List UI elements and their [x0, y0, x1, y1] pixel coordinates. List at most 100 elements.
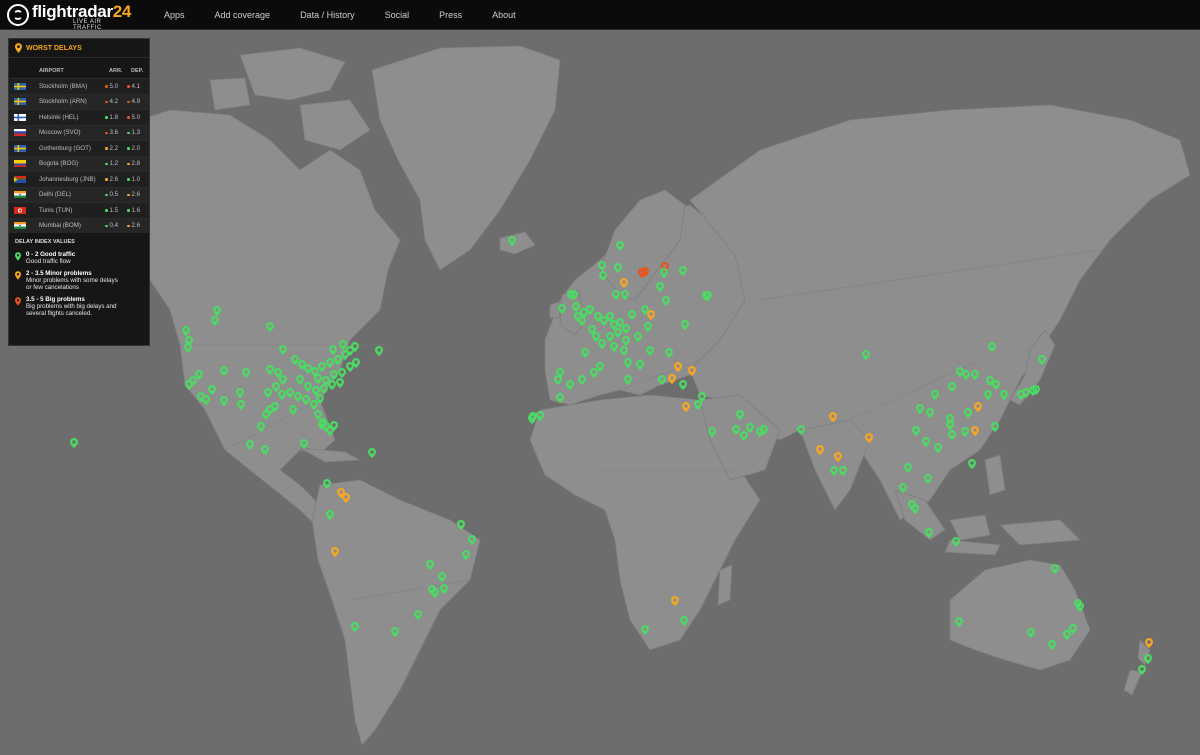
arrival-status-dot [105, 193, 108, 196]
legend-range: 3.5 - 5 Big problems [26, 296, 85, 303]
departure-delay: 2.6 [127, 222, 149, 229]
airport-name: Tunis (TUN) [39, 206, 73, 214]
legend-description: Good traffic flow [26, 258, 71, 265]
nav-add-coverage[interactable]: Add coverage [215, 10, 271, 20]
arrival-delay: 0.5 [105, 191, 127, 198]
airport-name: Delhi (DEL) [39, 191, 71, 199]
flag-se-icon [14, 144, 26, 152]
map-pin-icon [15, 43, 22, 53]
top-navigation-bar: flightradar24 LIVE AIR TRAFFIC Apps Add … [0, 0, 1200, 31]
nav-press[interactable]: Press [439, 10, 462, 20]
table-row[interactable]: Gothenburg (GOT) 2.2 2.0 [9, 140, 149, 156]
flightradar24-logo[interactable]: flightradar24 LIVE AIR TRAFFIC [7, 2, 131, 31]
departure-value: 4.9 [131, 98, 141, 106]
departure-value: 2.0 [131, 144, 141, 152]
table-row[interactable]: Helsinki (HEL) 1.8 5.0 [9, 109, 149, 125]
arrival-value: 1.8 [109, 113, 119, 121]
legend-description: Minor problems with some delays [26, 277, 118, 284]
radar-logo-icon [7, 3, 29, 26]
arrival-value: 2.6 [109, 175, 119, 183]
delay-index-legend: DELAY INDEX VALUES 0 - 2 Good traffic Goo… [9, 233, 149, 317]
arrival-status-dot [105, 85, 108, 88]
arrival-delay: 2.2 [105, 145, 127, 152]
legend-description: Big problems with big delays and [26, 303, 117, 310]
departure-status-dot [127, 178, 130, 181]
worst-delays-header[interactable]: WORST DELAYS [9, 39, 149, 58]
airport-name: Stockholm (BMA) [39, 82, 88, 90]
flag-ru-icon [14, 129, 26, 137]
main-menu: Apps Add coverage Data / History Social … [156, 0, 538, 29]
arrival-value: 5.0 [109, 82, 119, 90]
nav-data-history[interactable]: Data / History [300, 10, 355, 20]
nav-about[interactable]: About [492, 10, 516, 20]
table-row[interactable]: Stockholm (ARN) 4.2 4.9 [9, 93, 149, 109]
arrival-delay: 4.2 [105, 98, 127, 105]
airport-name: Mumbai (BOM) [39, 222, 81, 230]
arrival-value: 0.4 [109, 222, 119, 230]
airport-name: Helsinki (HEL) [39, 113, 79, 121]
arrival-delay: 0.4 [105, 222, 127, 229]
table-row[interactable]: Moscow (SVO) 3.6 1.3 [9, 124, 149, 140]
airport-name: Gothenburg (GOT) [39, 144, 91, 152]
world-map[interactable] [0, 30, 1200, 755]
legend-item-minor: 2 - 3.5 Minor problems Minor problems wit… [15, 270, 143, 291]
departure-delay: 2.8 [127, 160, 149, 167]
column-airport: AIRPORT [39, 68, 64, 74]
departure-delay: 1.6 [127, 207, 149, 214]
arrival-delay: 5.0 [105, 83, 127, 90]
flag-se-icon [14, 98, 26, 106]
flag-co-icon [14, 160, 26, 168]
departure-status-dot [127, 193, 130, 196]
departure-value: 1.3 [131, 129, 141, 137]
arrival-value: 1.2 [109, 160, 119, 168]
flag-se-icon [14, 82, 26, 90]
departure-value: 2.8 [131, 160, 141, 168]
panel-title: WORST DELAYS [26, 44, 82, 52]
legend-description: several flights canceled. [26, 310, 93, 317]
departure-delay: 2.6 [127, 191, 149, 198]
departure-status-dot [127, 85, 130, 88]
departure-value: 4.1 [131, 82, 141, 90]
departure-delay: 4.1 [127, 83, 149, 90]
legend-item-good: 0 - 2 Good traffic Good traffic flow [15, 251, 143, 265]
departure-status-dot [127, 147, 130, 150]
departure-value: 2.6 [131, 191, 141, 199]
arrival-status-dot [105, 100, 108, 103]
arrival-delay: 1.2 [105, 160, 127, 167]
arrival-status-dot [105, 224, 108, 227]
departure-delay: 1.0 [127, 176, 149, 183]
table-row[interactable]: Delhi (DEL) 0.5 2.6 [9, 186, 149, 202]
departure-delay: 2.0 [127, 145, 149, 152]
arrival-value: 2.2 [109, 144, 119, 152]
arrival-value: 3.6 [109, 129, 119, 137]
flag-tn-icon [14, 206, 26, 214]
departure-value: 2.6 [131, 222, 141, 230]
column-departures: DEP. [131, 68, 144, 74]
arrival-status-dot [105, 178, 108, 181]
flag-fi-icon [14, 113, 26, 121]
nav-social[interactable]: Social [385, 10, 410, 20]
arrival-status-dot [105, 209, 108, 212]
flag-za-icon [14, 175, 26, 183]
table-row[interactable]: Tunis (TUN) 1.5 1.6 [9, 202, 149, 218]
departure-status-dot [127, 116, 130, 119]
madagascar [717, 564, 733, 606]
map-pin-icon [15, 271, 21, 280]
departure-status-dot [127, 100, 130, 103]
arrival-delay: 2.6 [105, 176, 127, 183]
departure-delay: 5.0 [127, 114, 149, 121]
arrival-value: 1.5 [109, 206, 119, 214]
departure-status-dot [127, 131, 130, 134]
table-row[interactable]: Mumbai (BOM) 0.4 2.6 [9, 217, 149, 233]
legend-description: or few cancelations [26, 284, 79, 291]
arrival-status-dot [105, 147, 108, 150]
table-row[interactable]: Johannesburg (JNB) 2.6 1.0 [9, 171, 149, 187]
flag-in-icon [14, 222, 26, 230]
nav-apps[interactable]: Apps [164, 10, 185, 20]
arrival-status-dot [105, 131, 108, 134]
departure-delay: 1.3 [127, 129, 149, 136]
departure-delay: 4.9 [127, 98, 149, 105]
table-row[interactable]: Bogota (BOG) 1.2 2.8 [9, 155, 149, 171]
table-row[interactable]: Stockholm (BMA) 5.0 4.1 [9, 78, 149, 94]
departure-status-dot [127, 224, 130, 227]
